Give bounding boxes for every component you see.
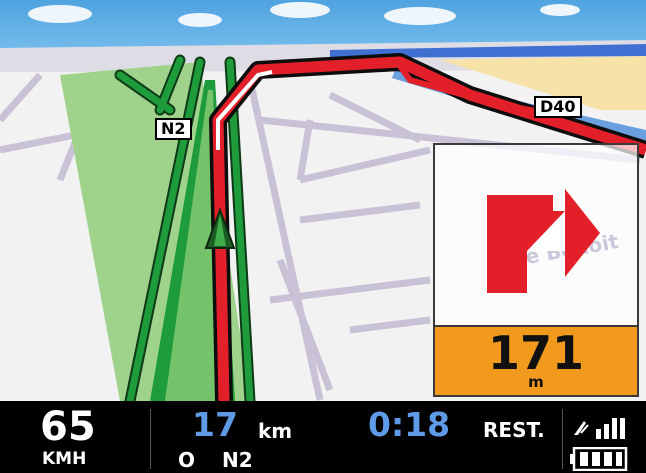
cloud [270, 2, 330, 18]
speed-unit: KMH [42, 449, 87, 469]
road-label-d40: D40 [534, 96, 582, 118]
gps-signal-icon [574, 418, 625, 439]
cloud [178, 13, 222, 27]
navigation-screen: N2 D40 e Benoit 171 m 65 KMH 17 km O N2 … [0, 0, 646, 473]
turn-right-arrow-icon [487, 189, 600, 293]
cloud [384, 7, 456, 25]
distance-remaining-value: 17 [192, 405, 238, 444]
time-remaining-label: REST. [483, 418, 545, 442]
divider [562, 409, 563, 469]
status-bar: 65 KMH 17 km O N2 0:18 REST. [0, 401, 646, 473]
next-turn-panel[interactable]: e Benoit 171 m [433, 143, 639, 397]
distance-remaining-unit: km [258, 419, 293, 443]
time-remaining-value: 0:18 [368, 405, 451, 444]
road-label-n2: N2 [155, 118, 192, 140]
divider [150, 409, 151, 469]
turn-distance-box: 171 m [435, 325, 637, 395]
cloud [540, 4, 580, 16]
cloud [28, 5, 92, 23]
battery-icon [570, 447, 628, 471]
turn-distance-value: 171 [487, 326, 585, 380]
current-road-name: N2 [222, 448, 253, 472]
speed-value: 65 [40, 404, 96, 450]
turn-distance-unit: m [528, 373, 544, 391]
direction-letter: O [178, 448, 196, 472]
